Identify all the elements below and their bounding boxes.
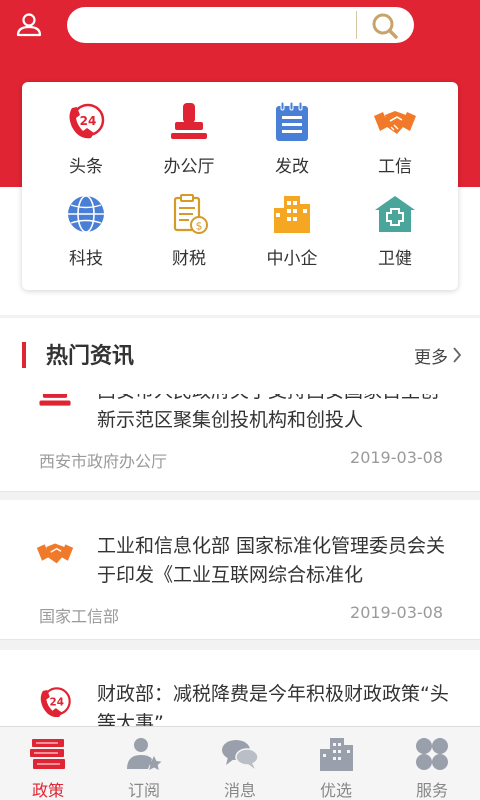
headline-phone-24-icon: 24 xyxy=(40,687,71,718)
grid-item-headline[interactable]: 24 头条 xyxy=(36,100,136,190)
search-input[interactable] xyxy=(81,7,353,43)
tab-preferred[interactable]: 优选 xyxy=(288,727,384,800)
grid-item-finance-tax[interactable]: $ 财税 xyxy=(139,192,239,282)
search-divider xyxy=(356,11,357,39)
building-icon xyxy=(274,196,310,233)
grid-item-sme[interactable]: 中小企 xyxy=(242,192,342,282)
section-title: 热门资讯 xyxy=(46,344,135,369)
handshake-icon xyxy=(36,543,74,564)
grid-item-label: 财税 xyxy=(172,249,206,269)
news-list[interactable]: 西安市人民政府关于支持西安国家自主创新示范区聚集创投机构和创投人 西安市政府办公… xyxy=(0,394,480,726)
tab-label: 优选 xyxy=(319,781,352,800)
tab-messages[interactable]: 消息 xyxy=(192,727,288,800)
tab-policy[interactable]: 政策 xyxy=(0,727,96,800)
chevron-right-icon xyxy=(453,347,462,363)
search-bar xyxy=(67,7,414,43)
grid-item-label: 头条 xyxy=(69,157,103,177)
tab-label: 消息 xyxy=(223,781,256,800)
chat-bubbles-icon xyxy=(222,740,259,769)
tab-label: 政策 xyxy=(31,781,64,800)
news-title: 财政部：减税降费是今年积极财政政策“头等大事” xyxy=(97,683,449,726)
hot-news-header: 热门资讯 更多 xyxy=(0,318,480,394)
svg-text:24: 24 xyxy=(50,697,64,709)
top-header xyxy=(0,0,480,48)
section-accent-bar xyxy=(22,342,26,368)
grid-item-industry-it[interactable]: 工信 xyxy=(345,100,445,190)
news-item[interactable]: 西安市人民政府关于支持西安国家自主创新示范区聚集创投机构和创投人 西安市政府办公… xyxy=(0,394,480,492)
more-link[interactable]: 更多 xyxy=(414,343,462,368)
news-title: 工业和信息化部 国家标准化管理委员会关于印发《工业互联网综合标准化 xyxy=(97,535,446,586)
buildings-icon xyxy=(320,738,353,771)
grid-item-development-reform[interactable]: 发改 xyxy=(242,100,342,190)
subscribe-user-star-icon xyxy=(127,738,162,770)
news-date: 2019-03-08 xyxy=(350,448,443,467)
grid-item-office[interactable]: 办公厅 xyxy=(139,100,239,190)
grid-item-technology[interactable]: 科技 xyxy=(36,192,136,282)
grid-item-label: 发改 xyxy=(275,157,309,177)
tab-subscribe[interactable]: 订阅 xyxy=(96,727,192,800)
grid-item-health[interactable]: 卫健 xyxy=(345,192,445,282)
news-source: 国家工信部 xyxy=(39,607,120,626)
grid-item-label: 科技 xyxy=(69,249,103,269)
hospital-icon xyxy=(375,196,415,232)
handshake-icon xyxy=(374,111,416,134)
notepad-icon xyxy=(276,101,308,141)
tab-label: 服务 xyxy=(415,781,448,800)
grid-item-label: 工信 xyxy=(378,157,412,177)
headline-phone-24-icon: 24 xyxy=(69,103,105,139)
search-button[interactable] xyxy=(363,10,407,40)
tab-services[interactable]: 服务 xyxy=(384,727,480,800)
more-label: 更多 xyxy=(414,347,448,368)
tax-document-icon: $ xyxy=(173,194,208,234)
news-item[interactable]: 工业和信息化部 国家标准化管理委员会关于印发《工业互联网综合标准化 国家工信部 … xyxy=(0,500,480,640)
clover-grid-icon xyxy=(416,738,448,770)
news-date: 2019-03-08 xyxy=(350,603,443,622)
user-profile-button[interactable] xyxy=(14,10,44,40)
stamp-icon xyxy=(171,103,207,139)
category-grid: 24 头条 办公厅 发改 工信 科技 $ 财税 中小企 卫健 xyxy=(22,82,458,290)
news-item[interactable]: 24 财政部：减税降费是今年积极财政政策“头等大事” xyxy=(0,650,480,726)
search-icon xyxy=(372,13,398,39)
books-icon xyxy=(30,739,65,769)
svg-text:24: 24 xyxy=(80,114,97,128)
globe-icon xyxy=(68,195,104,233)
svg-text:$: $ xyxy=(196,220,203,233)
grid-item-label: 中小企 xyxy=(266,249,318,269)
news-title: 西安市人民政府关于支持西安国家自主创新示范区聚集创投机构和创投人 xyxy=(97,394,439,431)
grid-item-label: 办公厅 xyxy=(163,157,215,177)
grid-item-label: 卫健 xyxy=(378,249,412,269)
user-icon xyxy=(16,13,42,37)
tab-label: 订阅 xyxy=(127,781,160,800)
bottom-tab-bar: 政策 订阅 消息 优选 服务 xyxy=(0,726,480,800)
news-source: 西安市政府办公厅 xyxy=(39,452,168,471)
stamp-icon xyxy=(39,394,71,406)
